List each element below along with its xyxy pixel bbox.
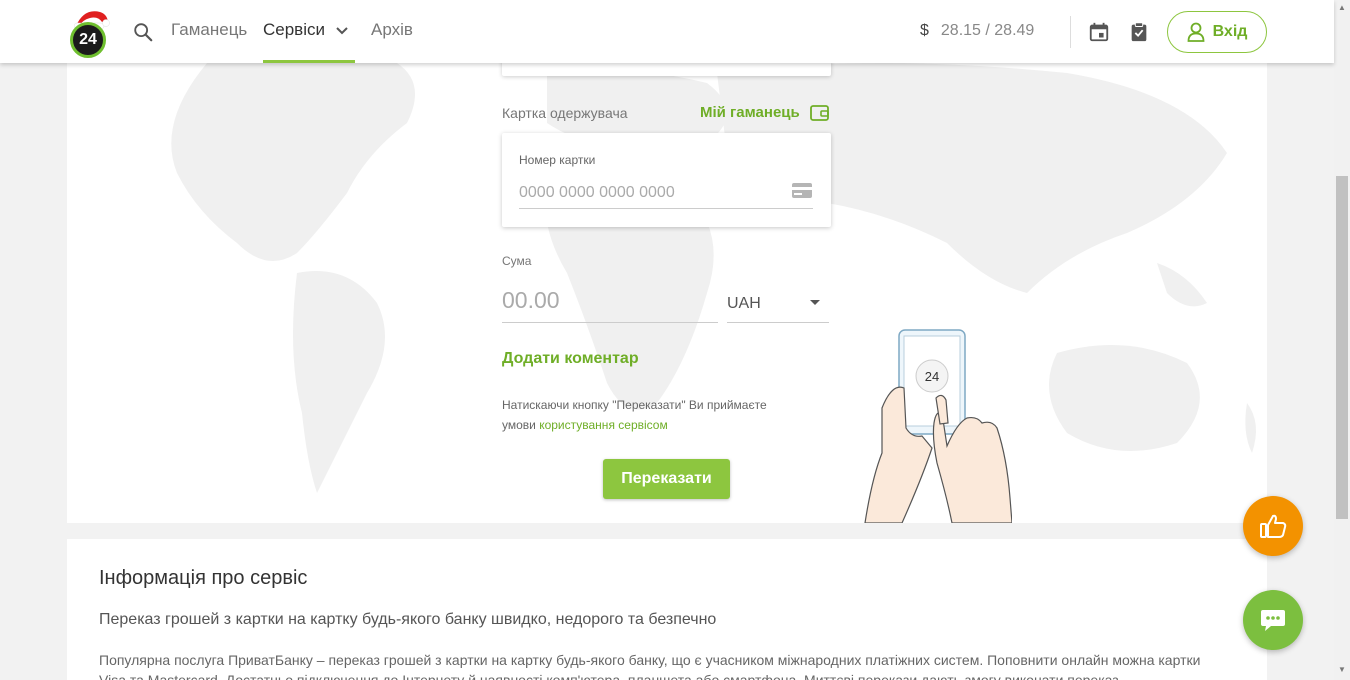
login-label: Вхід [1212, 23, 1248, 40]
previous-card-field[interactable] [502, 63, 831, 76]
card-number-box: Номер картки [502, 133, 831, 227]
terms-text: Натискаючи кнопку "Переказати" Ви прийма… [502, 395, 802, 435]
dropdown-arrow-icon [810, 300, 820, 305]
card-number-input[interactable] [519, 177, 813, 209]
page-scrollbar[interactable]: ▲ ▼ [1334, 0, 1350, 680]
credit-card-icon [792, 183, 812, 198]
login-button[interactable]: Вхід [1167, 11, 1267, 53]
phone-hand-illustration: 24 [864, 329, 1012, 523]
my-wallet-label: Мій гаманець [700, 104, 800, 121]
privat24-logo[interactable]: 24 [68, 8, 112, 58]
transfer-button[interactable]: Переказати [603, 459, 730, 499]
nav-wallet[interactable]: Гаманець [171, 20, 247, 40]
scroll-thumb[interactable] [1336, 176, 1348, 519]
wallet-icon [809, 105, 829, 121]
chevron-down-icon[interactable] [335, 25, 349, 37]
scroll-down-arrow[interactable]: ▼ [1338, 666, 1346, 674]
info-title: Інформація про сервіс [99, 567, 308, 589]
active-tab-indicator [263, 60, 355, 63]
currency-select[interactable]: UAH [727, 288, 829, 323]
thumbs-up-icon [1260, 514, 1287, 538]
add-comment-link[interactable]: Додати коментар [502, 350, 639, 368]
clipboard-check-icon[interactable] [1128, 21, 1150, 43]
header-divider [1070, 16, 1071, 48]
info-description: Популярна послуга ПриватБанку – переказ … [99, 652, 1201, 680]
rate-value: 28.15 / 28.49 [940, 22, 1035, 39]
nav-services[interactable]: Сервіси [263, 20, 325, 40]
recipient-card-label: Картка одержувача [502, 105, 628, 121]
transfer-card: Картка одержувача Мій гаманець Номер кар… [67, 63, 1267, 523]
exchange-rate: $28.15 / 28.49 [920, 22, 1034, 40]
card-number-label: Номер картки [519, 153, 596, 167]
amount-label: Сума [502, 254, 532, 268]
currency-value: UAH [727, 295, 761, 312]
scroll-up-arrow[interactable]: ▲ [1338, 4, 1346, 12]
chat-bubble-icon [1261, 610, 1285, 631]
amount-input[interactable] [502, 279, 718, 323]
phone-screen-logo: 24 [925, 369, 939, 384]
chat-button[interactable] [1243, 590, 1303, 650]
dollar-icon: $ [920, 22, 929, 39]
terms-link[interactable]: користування сервісом [539, 418, 668, 432]
search-icon[interactable] [132, 21, 154, 43]
service-info-card: Інформація про сервіс Переказ грошей з к… [67, 539, 1267, 680]
calendar-icon[interactable] [1088, 21, 1110, 43]
my-wallet-link[interactable]: Мій гаманець [700, 104, 829, 121]
top-header: 24 Гаманець Сервіси Архів $28.15 / 28.49… [0, 0, 1334, 63]
nav-archive[interactable]: Архів [371, 20, 413, 40]
logo-badge: 24 [70, 22, 106, 58]
user-icon [1187, 22, 1204, 42]
info-subtitle: Переказ грошей з картки на картку будь-я… [99, 611, 717, 628]
feedback-like-button[interactable] [1243, 496, 1303, 556]
